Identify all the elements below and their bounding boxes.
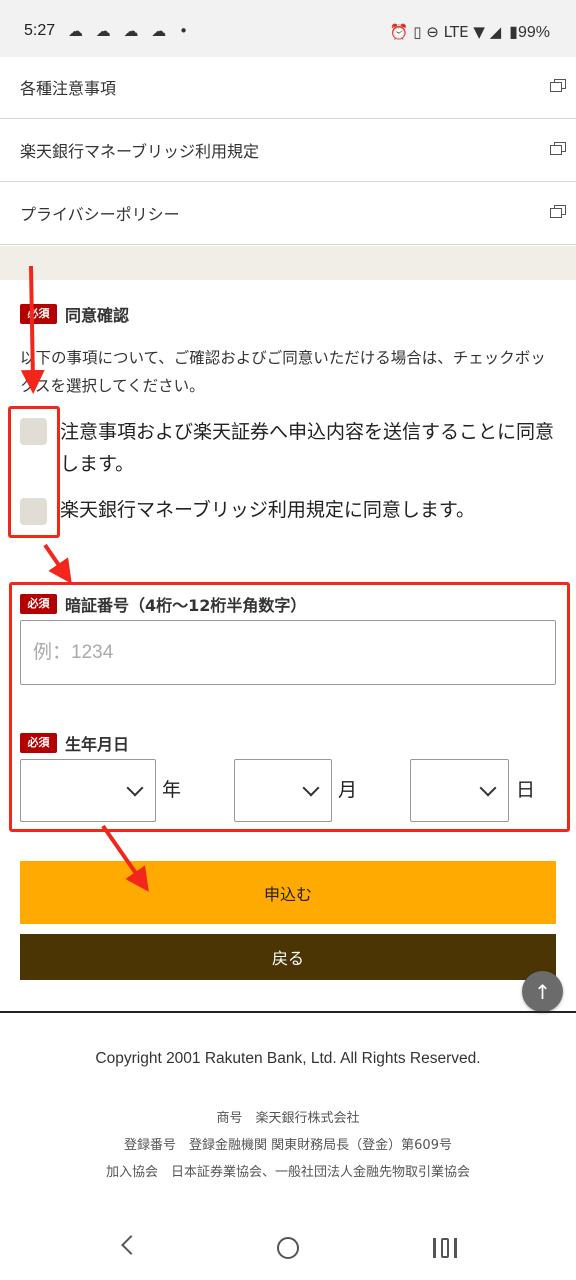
footer-trade-name: 商号 楽天銀行株式会社 bbox=[216, 1111, 360, 1126]
notification-icons: ☁ ☁ ☁ ☁ • bbox=[68, 22, 192, 40]
external-window-icon bbox=[550, 79, 566, 93]
consent-heading: 必須 同意確認 bbox=[20, 302, 129, 326]
required-badge: 必須 bbox=[20, 304, 57, 324]
section-divider bbox=[0, 246, 576, 280]
link-privacy-policy[interactable]: プライバシーポリシー bbox=[0, 183, 576, 245]
status-bar: 5:27 ☁ ☁ ☁ ☁ • ⏰ ▯ ⊖ LTE ▼ ◢ ▮99% bbox=[0, 0, 576, 64]
annotation-arrow-2 bbox=[43, 543, 72, 584]
apply-button[interactable]: 申込む bbox=[20, 861, 556, 924]
status-indicators-icon: ⏰ ▯ ⊖ LTE ▼ ◢ bbox=[389, 23, 502, 41]
consent-label-moneybridge-terms[interactable]: 楽天銀行マネーブリッジ利用規定に同意します。 bbox=[60, 494, 560, 526]
nav-back-icon[interactable] bbox=[121, 1235, 141, 1255]
scroll-to-top-button[interactable]: ↑ bbox=[522, 971, 563, 1012]
battery-status: ▮99% bbox=[509, 24, 550, 41]
consent-label-send-data[interactable]: 注意事項および楽天証券へ申込内容を送信することに同意します。 bbox=[60, 416, 560, 480]
status-time: 5:27 bbox=[24, 22, 56, 39]
annotation-input-highlight bbox=[9, 582, 570, 832]
consent-notice: 以下の事項について、ご確認およびご同意いただける場合は、チェックボックスを選択し… bbox=[20, 349, 546, 395]
external-window-icon bbox=[550, 142, 566, 156]
consent-item-moneybridge-terms[interactable]: 楽天銀行マネーブリッジ利用規定に同意します。 bbox=[20, 494, 560, 530]
link-privacy-policy-label: プライバシーポリシー bbox=[20, 205, 180, 224]
link-moneybridge-terms-label: 楽天銀行マネーブリッジ利用規定 bbox=[20, 142, 260, 161]
system-indicators: ⏰ ▯ ⊖ LTE ▼ ◢ ▮99% bbox=[390, 22, 550, 42]
consent-title: 同意確認 bbox=[65, 306, 130, 325]
footer-divider bbox=[0, 1011, 576, 1013]
nav-recents-icon[interactable] bbox=[433, 1238, 457, 1258]
link-notices-label: 各種注意事項 bbox=[20, 79, 117, 98]
footer-registration: 登録番号 登録金融機関 関東財務局長（登金）第609号 bbox=[124, 1138, 452, 1153]
system-nav-bar bbox=[0, 1214, 576, 1280]
copyright-text: Copyright 2001 Rakuten Bank, Ltd. All Ri… bbox=[95, 1050, 481, 1067]
back-button[interactable]: 戻る bbox=[20, 934, 556, 980]
footer-associations: 加入協会 日本証券業協会、一般社団法人金融先物取引業協会 bbox=[105, 1165, 470, 1180]
arrow-up-icon: ↑ bbox=[534, 979, 551, 1004]
consent-item-send-data[interactable]: 注意事項および楽天証券へ申込内容を送信することに同意します。 bbox=[20, 416, 560, 480]
nav-home-icon[interactable] bbox=[277, 1237, 299, 1259]
annotation-checkbox-highlight bbox=[8, 406, 60, 538]
external-window-icon bbox=[550, 205, 566, 219]
link-notices[interactable]: 各種注意事項 bbox=[0, 57, 576, 119]
link-moneybridge-terms[interactable]: 楽天銀行マネーブリッジ利用規定 bbox=[0, 120, 576, 182]
